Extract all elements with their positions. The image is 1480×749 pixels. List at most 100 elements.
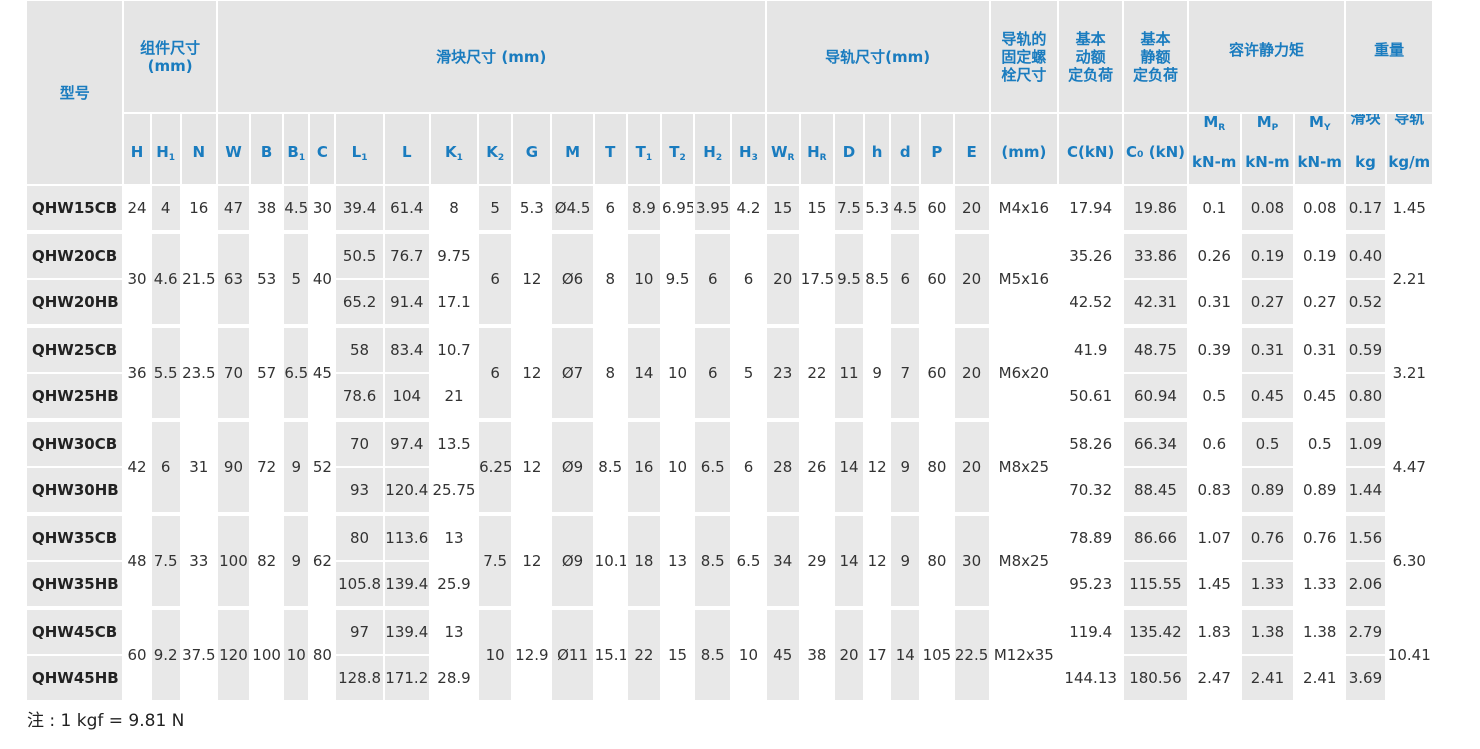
- cell-E: 20: [953, 185, 991, 233]
- cell-N: 31: [180, 420, 218, 515]
- cell-M: Ø7: [551, 326, 595, 421]
- cell-H1: 6: [150, 420, 182, 515]
- cell-kg: 3.69: [1345, 655, 1387, 703]
- cell-P: 80: [920, 514, 955, 609]
- cell-MY: 0.76: [1294, 514, 1347, 562]
- cell-MP: 1.33: [1240, 561, 1296, 609]
- cell-P: 60: [920, 326, 955, 421]
- cell-T2: 9.5: [660, 232, 696, 327]
- header-bolt: 导轨的 固定螺 栓尺寸: [989, 1, 1060, 114]
- cell-d: 4.5: [890, 185, 922, 233]
- cell-MP: 0.45: [1240, 373, 1296, 421]
- cell-M: Ø9: [551, 514, 595, 609]
- cell-Cc: 62: [309, 514, 337, 609]
- header-weight: 重量: [1345, 1, 1434, 114]
- column-header-weight-block: 滑块 kg: [1345, 113, 1387, 186]
- column-header-HR-19: HR: [799, 113, 835, 186]
- header-assembly-text: 组件尺寸 (mm): [140, 38, 201, 75]
- cell-H2: 6: [694, 232, 733, 327]
- cell-T: 8: [593, 326, 628, 421]
- column-header-B-4: B: [250, 113, 285, 186]
- column-header-M-12: M: [551, 113, 595, 186]
- cell-HR: 17.5: [799, 232, 835, 327]
- cell-K1: 10.7: [429, 326, 480, 374]
- cell-MP: 1.38: [1240, 608, 1296, 656]
- cell-Cc: 52: [309, 420, 337, 515]
- cell-MR: 0.31: [1187, 279, 1242, 327]
- cell-E: 30: [953, 514, 991, 609]
- cell-MR: 1.07: [1187, 514, 1242, 562]
- cell-MR: 0.1: [1187, 185, 1242, 233]
- cell-K2: 5: [478, 185, 514, 233]
- cell-G: 12: [512, 326, 553, 421]
- cell-T2: 10: [660, 420, 696, 515]
- cell-MY: 0.31: [1294, 326, 1347, 374]
- cell-C0: 19.86: [1123, 185, 1189, 233]
- cell-WR: 23: [765, 326, 801, 421]
- cell-HR: 22: [799, 326, 835, 421]
- cell-MR: 0.26: [1187, 232, 1242, 280]
- cell-B1: 10: [283, 608, 311, 703]
- cell-h: 9: [864, 326, 892, 421]
- cell-kg: 0.40: [1345, 232, 1387, 280]
- header-dynamic-load: 基本 动额 定负荷: [1058, 1, 1125, 114]
- cell-h: 8.5: [864, 232, 892, 327]
- cell-kg: 2.06: [1345, 561, 1387, 609]
- cell-MP: 0.76: [1240, 514, 1296, 562]
- cell-L1: 78.6: [335, 373, 385, 421]
- cell-T2: 6.95: [660, 185, 696, 233]
- cell-WR: 45: [765, 608, 801, 703]
- cell-K2: 10: [478, 608, 514, 703]
- cell-C0: 180.56: [1123, 655, 1189, 703]
- cell-B: 57: [250, 326, 285, 421]
- model-cell: QHW30CB: [27, 420, 125, 468]
- cell-H1: 9.2: [150, 608, 182, 703]
- cell-MP: 0.31: [1240, 326, 1296, 374]
- cell-T1: 10: [626, 232, 662, 327]
- cell-H: 36: [123, 326, 152, 421]
- cell-G: 12: [512, 420, 553, 515]
- cell-C0: 135.42: [1123, 608, 1189, 656]
- cell-bolt: M6x20: [989, 326, 1060, 421]
- cell-d: 6: [890, 232, 922, 327]
- cell-K1: 13: [429, 608, 480, 656]
- cell-T: 8: [593, 232, 628, 327]
- cell-M: Ø6: [551, 232, 595, 327]
- table-row: QHW45CB 60 9.2 37.5 120 100 10 80 97 139.4 13 10 12.…: [27, 608, 1435, 703]
- cell-WR: 15: [765, 185, 801, 233]
- cell-H: 60: [123, 608, 152, 703]
- cell-C0: 42.31: [1123, 279, 1189, 327]
- cell-B: 82: [250, 514, 285, 609]
- cell-D: 9.5: [833, 232, 866, 327]
- cell-K1: 13.5: [429, 420, 480, 468]
- cell-T1: 22: [626, 608, 662, 703]
- cell-T: 15.1: [593, 608, 628, 703]
- column-header-K2-10: K2: [478, 113, 514, 186]
- cell-K1: 25.75: [429, 467, 480, 515]
- cell-HR: 38: [799, 608, 835, 703]
- cell-L1: 128.8: [335, 655, 385, 703]
- cell-W: 100: [216, 514, 252, 609]
- cell-K1: 9.75: [429, 232, 480, 280]
- cell-K1: 25.9: [429, 561, 480, 609]
- cell-H1: 7.5: [150, 514, 182, 609]
- header-static-load-text: 基本 静额 定负荷: [1132, 29, 1178, 84]
- cell-C0: 115.55: [1123, 561, 1189, 609]
- cell-MY: 0.19: [1294, 232, 1347, 280]
- cell-MY: 1.38: [1294, 608, 1347, 656]
- model-cell: QHW15CB: [27, 185, 125, 233]
- cell-C: 58.26: [1058, 420, 1125, 468]
- cell-K2: 6: [478, 232, 514, 327]
- cell-H2: 8.5: [694, 608, 733, 703]
- table-row: QHW35CB 48 7.5 33 100 82 9 62 80 113.6 13 7.5 12 Ø9 10…: [27, 514, 1435, 609]
- column-header-T1-14: T1: [626, 113, 662, 186]
- cell-H: 48: [123, 514, 152, 609]
- column-header-H-0: H: [123, 113, 152, 186]
- cell-MP: 0.5: [1240, 420, 1296, 468]
- cell-W: 47: [216, 185, 252, 233]
- cell-C: 17.94: [1058, 185, 1125, 233]
- column-header-N-2: N: [180, 113, 218, 186]
- cell-H2: 8.5: [694, 514, 733, 609]
- cell-D: 7.5: [833, 185, 866, 233]
- model-cell: QHW20CB: [27, 232, 125, 280]
